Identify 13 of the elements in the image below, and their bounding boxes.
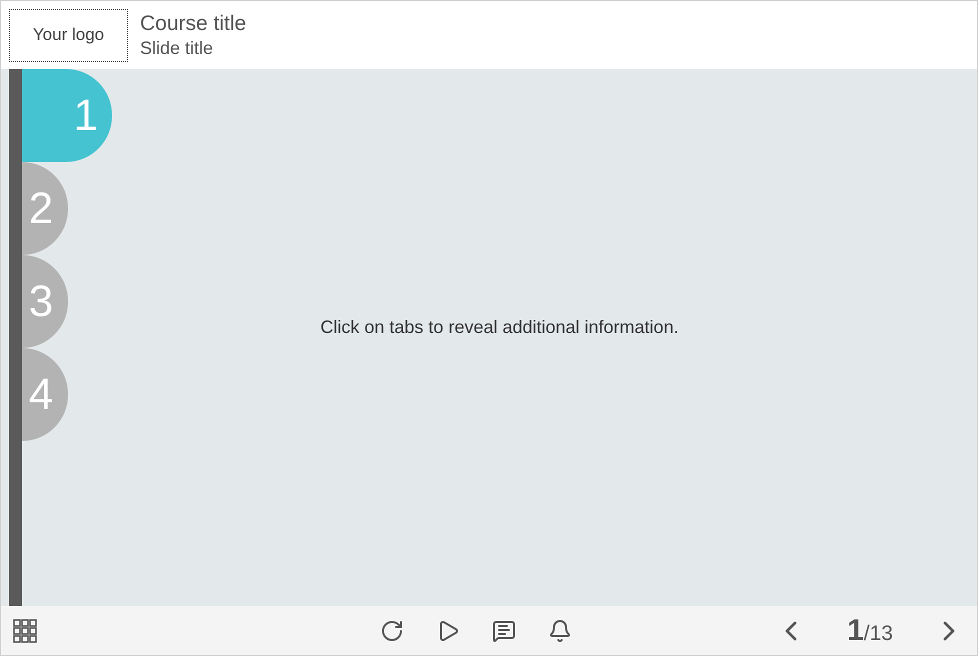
logo-text: Your logo (32, 24, 104, 46)
tab[interactable]: 4 (22, 348, 68, 441)
tab[interactable]: 2 (22, 162, 68, 255)
menu-grid-icon[interactable] (13, 618, 37, 642)
tab[interactable]: 3 (22, 255, 68, 348)
tab[interactable]: 1 (22, 69, 112, 162)
slide-title: Slide title (140, 36, 214, 60)
replay-icon[interactable] (380, 618, 404, 642)
slide-counter: 1/13 (847, 613, 893, 649)
comment-icon[interactable] (492, 618, 516, 642)
bell-icon[interactable] (548, 618, 572, 642)
instruction-text: Click on tabs to reveal additional information. (320, 316, 679, 339)
course-title: Course title (140, 10, 246, 37)
